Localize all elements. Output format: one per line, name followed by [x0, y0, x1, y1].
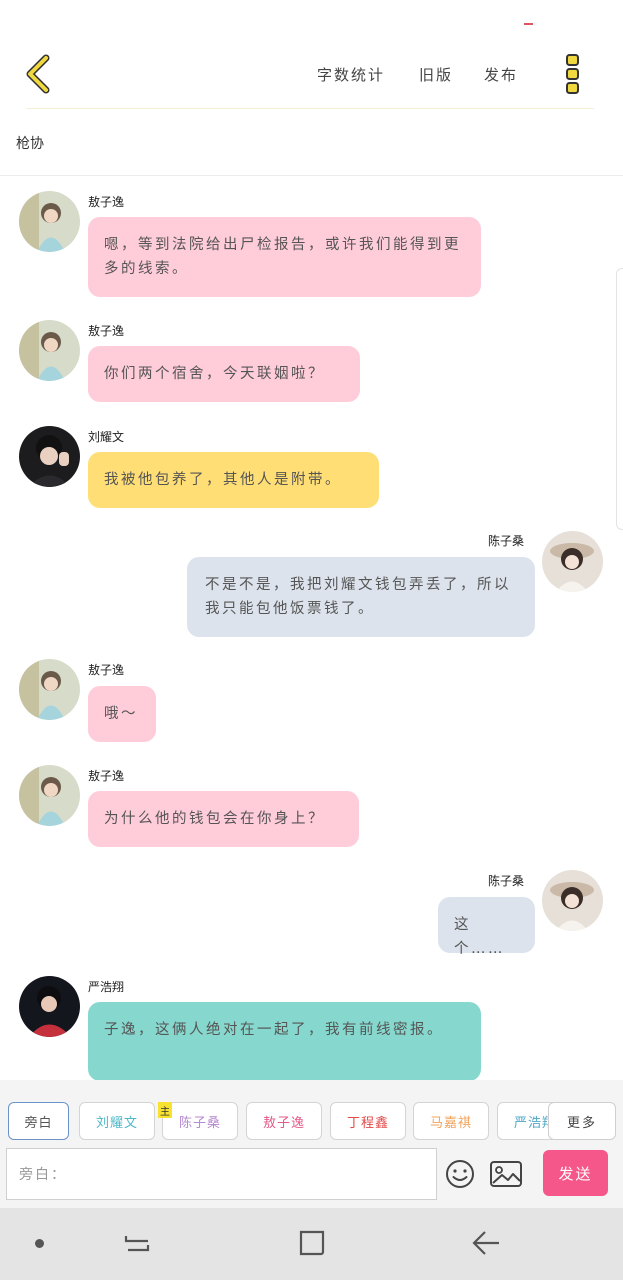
title-divider — [0, 175, 623, 176]
sender-name: 敖子逸 — [88, 324, 125, 338]
avatar[interactable] — [19, 191, 80, 252]
recent-apps-icon[interactable] — [123, 1228, 153, 1258]
role-tab-ma-jiaqi[interactable]: 马嘉祺 — [413, 1102, 489, 1140]
more-roles-button[interactable]: 更多 — [548, 1102, 616, 1140]
role-selector: 旁白 刘耀文 陈子桑 敖子逸 丁程鑫 马嘉祺 严浩翔 — [0, 1100, 623, 1142]
more-vertical-icon — [566, 54, 579, 94]
sender-name: 敖子逸 — [88, 195, 125, 209]
chevron-left-icon — [26, 54, 50, 94]
sender-name: 刘耀文 — [88, 430, 125, 444]
avatar[interactable] — [542, 870, 603, 931]
message-bubble[interactable]: 为什么他的钱包会在你身上？ — [88, 791, 359, 847]
image-button[interactable] — [489, 1160, 523, 1188]
back-nav-icon[interactable] — [471, 1228, 501, 1258]
word-count-link[interactable]: 字数统计 — [317, 64, 385, 85]
lead-badge: 主 — [158, 1102, 172, 1118]
avatar[interactable] — [19, 976, 80, 1037]
message-bubble[interactable]: 嗯，等到法院给出尸检报告，或许我们能得到更多的线索。 — [88, 217, 481, 297]
page-title: 枪协 — [16, 136, 44, 152]
role-tab-chen-zisang[interactable]: 陈子桑 — [162, 1102, 238, 1140]
sender-name: 陈子桑 — [488, 534, 525, 548]
send-button[interactable]: 发送 — [543, 1150, 608, 1196]
more-menu-button[interactable] — [558, 50, 586, 98]
sender-name: 严浩翔 — [88, 980, 125, 994]
message-input[interactable]: 旁白： — [6, 1148, 437, 1200]
message-bubble[interactable]: 我被他包养了，其他人是附带。 — [88, 452, 379, 508]
role-tab-ao-ziyi[interactable]: 敖子逸 — [246, 1102, 322, 1140]
role-tab-narrator[interactable]: 旁白 — [8, 1102, 69, 1140]
scroll-indicator[interactable] — [616, 268, 623, 530]
publish-link[interactable]: 发布 — [484, 64, 518, 85]
sender-name: 敖子逸 — [88, 769, 125, 783]
message-bubble[interactable]: 哦～ — [88, 686, 156, 742]
home-icon[interactable] — [297, 1228, 327, 1258]
image-icon — [490, 1161, 522, 1187]
avatar[interactable] — [542, 531, 603, 592]
avatar[interactable] — [19, 765, 80, 826]
message-bubble[interactable]: 这个…… — [438, 897, 535, 957]
back-button[interactable] — [18, 52, 58, 96]
status-indicator — [524, 23, 533, 25]
sender-name: 陈子桑 — [488, 874, 525, 888]
header-divider — [26, 108, 594, 109]
nav-dot-icon[interactable] — [35, 1239, 44, 1248]
compose-panel: 旁白 刘耀文 陈子桑 敖子逸 丁程鑫 马嘉祺 严浩翔 主 更多 旁白： 发送 — [0, 1080, 623, 1208]
smiley-icon — [446, 1160, 474, 1188]
message-bubble[interactable]: 不是不是，我把刘耀文钱包弄丢了，所以我只能包他饭票钱了。 — [187, 557, 535, 637]
header: 字数统计 旧版 发布 — [0, 40, 623, 110]
role-tab-ding-chengxin[interactable]: 丁程鑫 — [330, 1102, 406, 1140]
emoji-button[interactable] — [444, 1158, 476, 1190]
sender-name: 敖子逸 — [88, 663, 125, 677]
old-version-link[interactable]: 旧版 — [419, 64, 453, 85]
avatar[interactable] — [19, 659, 80, 720]
avatar[interactable] — [19, 426, 80, 487]
role-tab-liu-yaowen[interactable]: 刘耀文 — [79, 1102, 155, 1140]
message-bubble[interactable]: 子逸，这俩人绝对在一起了，我有前线密报。 — [88, 1002, 481, 1081]
avatar[interactable] — [19, 320, 80, 381]
message-bubble[interactable]: 你们两个宿舍，今天联姻啦？ — [88, 346, 360, 402]
system-nav-bar — [0, 1208, 623, 1280]
